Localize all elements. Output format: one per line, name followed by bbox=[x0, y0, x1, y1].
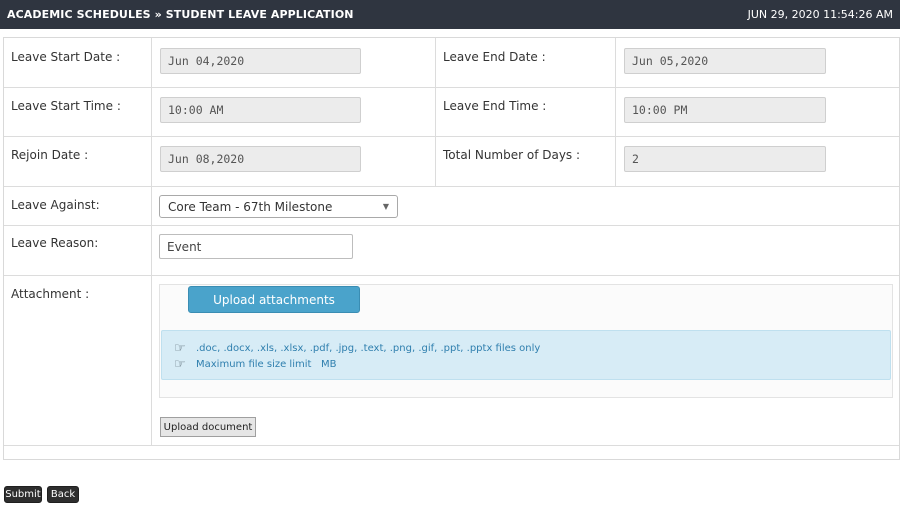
row-leave-against: Leave Against: Core Team - 67th Mileston… bbox=[4, 187, 899, 226]
leave-end-date-label: Leave End Date : bbox=[443, 50, 546, 64]
page-title: ACADEMIC SCHEDULES » STUDENT LEAVE APPLI… bbox=[7, 8, 354, 21]
pointing-hand-icon: ☞ bbox=[174, 341, 186, 356]
upload-document-button[interactable]: Upload document bbox=[160, 417, 256, 437]
row-leave-dates: Leave Start Date : Jun 04,2020 Leave End… bbox=[4, 38, 899, 88]
info-formats-text: .doc, .docx, .xls, .xlsx, .pdf, .jpg, .t… bbox=[196, 343, 541, 354]
header-datetime: JUN 29, 2020 11:54:26 AM bbox=[747, 8, 893, 21]
leave-end-time-field[interactable]: 10:00 PM bbox=[624, 97, 826, 123]
leave-end-time-label: Leave End Time : bbox=[443, 99, 547, 113]
upload-attachments-button[interactable]: Upload attachments bbox=[188, 286, 360, 313]
row-attachment: Attachment : Upload attachments ☞ .doc, … bbox=[4, 276, 899, 446]
leave-start-time-label: Leave Start Time : bbox=[11, 99, 121, 113]
leave-end-date-field[interactable]: Jun 05,2020 bbox=[624, 48, 826, 74]
leave-against-selected: Core Team - 67th Milestone bbox=[168, 199, 333, 214]
header-bar: ACADEMIC SCHEDULES » STUDENT LEAVE APPLI… bbox=[0, 0, 900, 29]
rejoin-date-field[interactable]: Jun 08,2020 bbox=[160, 146, 361, 172]
attachment-info-box: ☞ .doc, .docx, .xls, .xlsx, .pdf, .jpg, … bbox=[161, 330, 891, 380]
leave-start-date-field[interactable]: Jun 04,2020 bbox=[160, 48, 361, 74]
leave-reason-input[interactable]: Event bbox=[159, 234, 353, 259]
leave-form-panel: Leave Start Date : Jun 04,2020 Leave End… bbox=[3, 37, 900, 460]
row-rejoin: Rejoin Date : Jun 08,2020 Total Number o… bbox=[4, 137, 899, 187]
submit-button[interactable]: Submit bbox=[4, 486, 42, 503]
row-leave-reason: Leave Reason: Event bbox=[4, 226, 899, 276]
rejoin-date-label: Rejoin Date : bbox=[11, 148, 89, 162]
info-size-text: Maximum file size limit MB bbox=[196, 359, 337, 370]
total-days-field[interactable]: 2 bbox=[624, 146, 826, 172]
leave-start-date-label: Leave Start Date : bbox=[11, 50, 121, 64]
leave-reason-label: Leave Reason: bbox=[11, 236, 99, 250]
info-formats-line: ☞ .doc, .docx, .xls, .xlsx, .pdf, .jpg, … bbox=[174, 341, 540, 356]
info-size-line: ☞ Maximum file size limit MB bbox=[174, 357, 336, 372]
pointing-hand-icon: ☞ bbox=[174, 357, 186, 372]
attachment-box: Upload attachments ☞ .doc, .docx, .xls, … bbox=[159, 284, 893, 398]
chevron-down-icon: ▼ bbox=[382, 202, 389, 211]
row-leave-times: Leave Start Time : 10:00 AM Leave End Ti… bbox=[4, 88, 899, 137]
attachment-label: Attachment : bbox=[11, 287, 90, 301]
leave-against-label: Leave Against: bbox=[11, 198, 100, 212]
leave-start-time-field[interactable]: 10:00 AM bbox=[160, 97, 361, 123]
back-button[interactable]: Back bbox=[47, 486, 79, 503]
total-days-label: Total Number of Days : bbox=[443, 148, 581, 162]
leave-against-select[interactable]: Core Team - 67th Milestone ▼ bbox=[159, 195, 398, 218]
